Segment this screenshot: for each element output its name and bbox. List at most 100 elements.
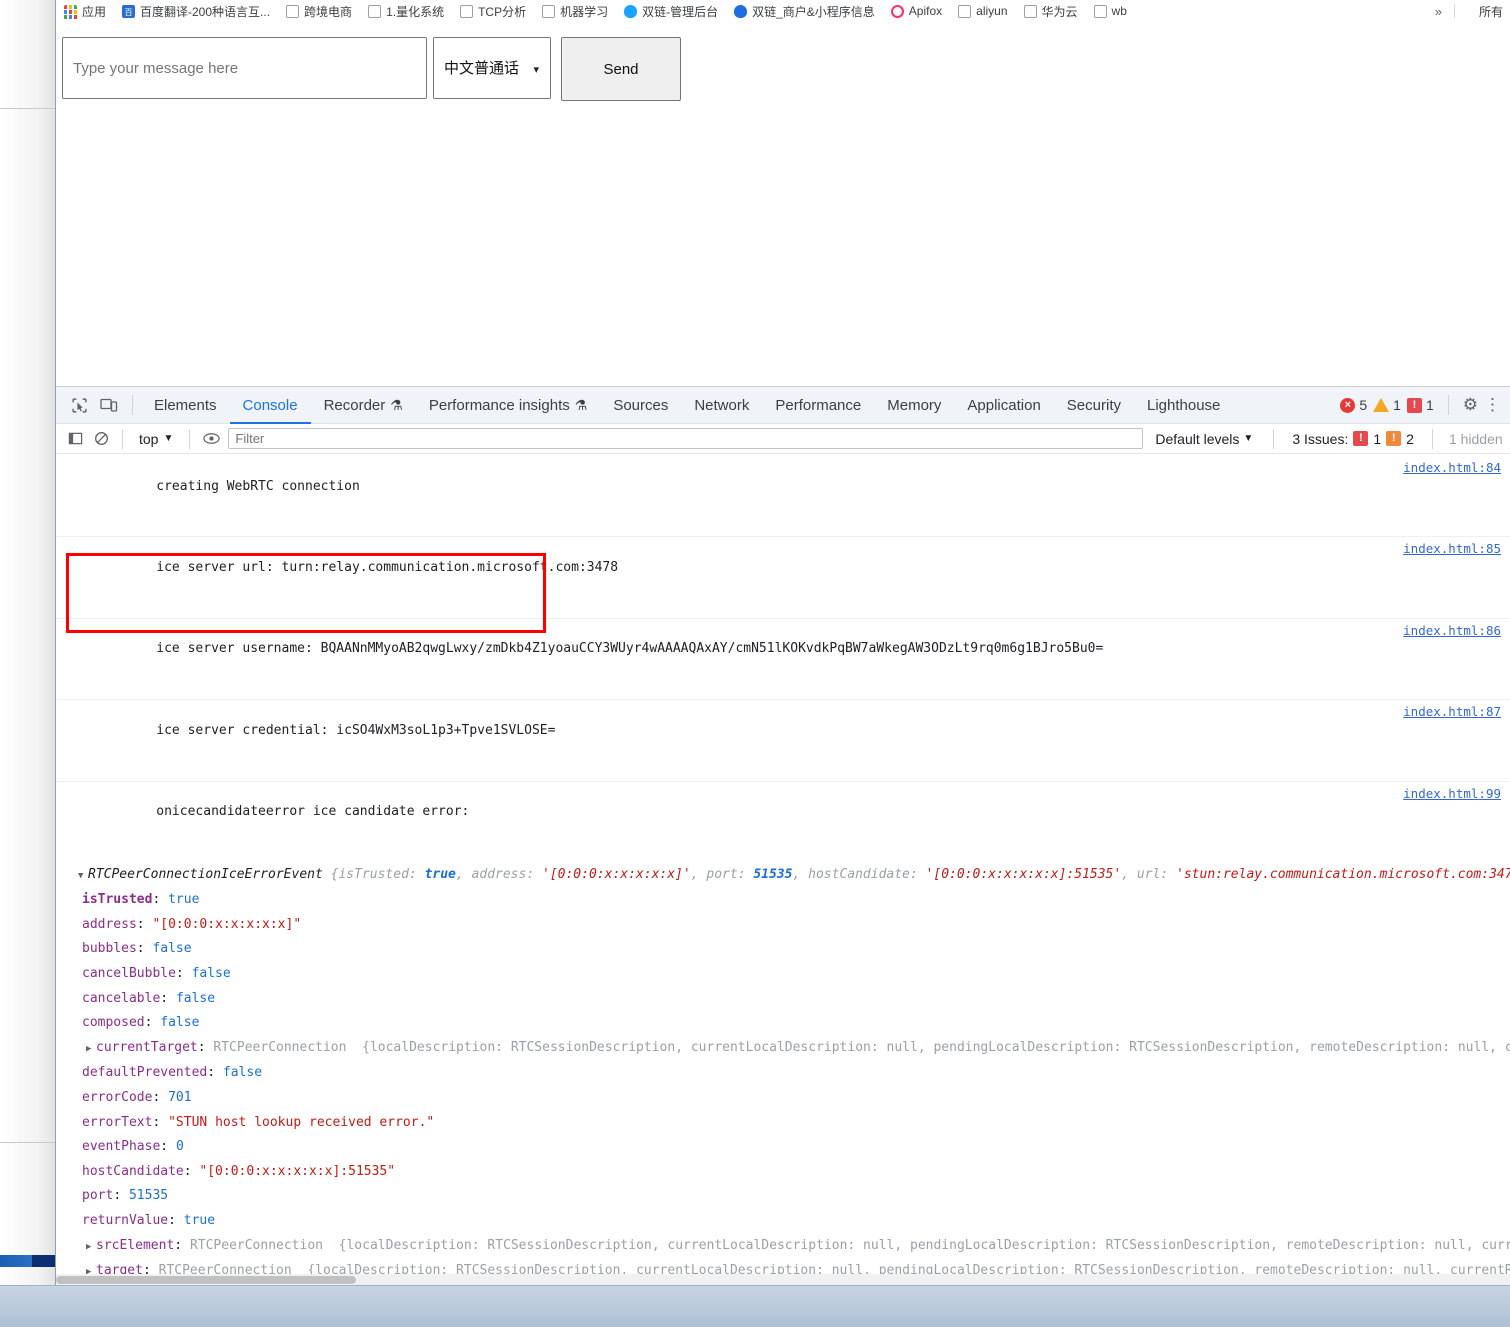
chevron-double-right-icon[interactable]: »	[1435, 4, 1442, 19]
tab-application[interactable]: Application	[954, 387, 1053, 424]
object-property-row[interactable]: returnValue: true	[56, 1209, 1510, 1234]
levels-label: Default levels	[1155, 430, 1240, 447]
console-row[interactable]: ice server username: BQAANnMMyoAB2qwgLwx…	[56, 619, 1510, 701]
tab-performance[interactable]: Performance	[762, 387, 874, 424]
console-row-group-header[interactable]: onicecandidateerror ice candidate error:…	[56, 782, 1510, 862]
source-link[interactable]: index.html:85	[1403, 540, 1501, 559]
source-link[interactable]: index.html:86	[1403, 622, 1501, 641]
tab-console[interactable]: Console	[230, 387, 311, 424]
source-link[interactable]: index.html:99	[1403, 785, 1501, 804]
object-property-row[interactable]: errorCode: 701	[56, 1086, 1510, 1111]
bookmark-aliyun[interactable]: aliyun	[958, 4, 1008, 18]
object-property-row[interactable]: address: "[0:0:0:x:x:x:x:x]"	[56, 913, 1510, 938]
tab-security[interactable]: Security	[1054, 387, 1134, 424]
tab-label: Performance	[775, 396, 862, 414]
object-property-row[interactable]: composed: false	[56, 1011, 1510, 1036]
console-filter-input[interactable]	[228, 428, 1144, 449]
bookmark-label: 跨境电商	[304, 4, 353, 19]
message-input[interactable]	[62, 37, 427, 99]
bookmark-shuanglian-merchant[interactable]: 双链_商户&小程序信息	[734, 3, 875, 20]
flask-icon: ⚗	[390, 396, 403, 413]
page-icon	[1093, 4, 1107, 18]
object-property-row[interactable]: eventPhase: 0	[56, 1135, 1510, 1160]
tab-elements[interactable]: Elements	[141, 387, 230, 424]
disclosure-triangle-closed-icon[interactable]	[86, 1238, 96, 1257]
bookmark-huaweicloud[interactable]: 华为云	[1023, 3, 1078, 20]
object-property-row[interactable]: port: 51535	[56, 1184, 1510, 1209]
tab-label: Elements	[154, 396, 217, 414]
property-value: RTCPeerConnection	[189, 1237, 323, 1253]
console-log-list[interactable]: creating WebRTC connection index.html:84…	[56, 456, 1510, 1286]
bookmark-apifox[interactable]: Apifox	[890, 4, 942, 18]
object-property-row[interactable]: cancelable: false	[56, 987, 1510, 1012]
hidden-messages-label[interactable]: 1 hidden	[1441, 431, 1503, 447]
log-text: ice server url: turn:relay.communication…	[156, 559, 619, 575]
bookmark-shuanglian-admin[interactable]: 双链-管理后台	[624, 3, 718, 20]
object-property-row[interactable]: currentTarget: RTCPeerConnection {localD…	[56, 1036, 1510, 1062]
log-levels-dropdown[interactable]: Default levels ▼	[1143, 431, 1265, 447]
property-value: 51535	[128, 1188, 169, 1204]
object-property-row[interactable]: bubbles: false	[56, 937, 1510, 962]
error-count-badge[interactable]: × 5	[1340, 397, 1367, 413]
tab-label: Application	[967, 396, 1041, 414]
object-property-row[interactable]: isTrusted: true	[56, 888, 1510, 913]
console-row[interactable]: creating WebRTC connection index.html:84	[56, 456, 1510, 538]
send-button[interactable]: Send	[561, 37, 681, 101]
property-key: composed	[82, 1015, 145, 1031]
live-expressions-eye-icon[interactable]	[198, 427, 224, 451]
property-key: bubbles	[82, 941, 137, 957]
object-property-row[interactable]: hostCandidate: "[0:0:0:x:x:x:x:x]:51535"	[56, 1160, 1510, 1185]
bookmark-machine-learning[interactable]: 机器学习	[542, 3, 608, 20]
disclosure-triangle-closed-icon[interactable]	[86, 1040, 96, 1059]
more-options-icon[interactable]: ⋮	[1484, 395, 1501, 415]
warning-count-badge[interactable]: 1	[1373, 397, 1401, 413]
inspect-element-icon[interactable]	[64, 392, 94, 418]
language-select-wrapper[interactable]: 中文普通话 ▾	[427, 37, 551, 99]
bookmark-tcp-analysis[interactable]: TCP分析	[460, 3, 526, 20]
bookmark-apps[interactable]: 应用	[64, 3, 106, 20]
property-key: eventPhase	[82, 1139, 161, 1155]
gear-icon[interactable]: ⚙	[1463, 395, 1478, 415]
bookmarks-bar[interactable]: 应用 百 百度翻译-200种语言互... 跨境电商 1.量化系统 TCP分析 机…	[56, 0, 1510, 22]
bookmark-quant-system[interactable]: 1.量化系统	[368, 3, 444, 20]
bookmark-cross-border-ecommerce[interactable]: 跨境电商	[286, 3, 352, 20]
console-object-summary[interactable]: RTCPeerConnectionIceErrorEvent {isTruste…	[56, 862, 1510, 888]
issue-count-badge[interactable]: ! 1	[1406, 397, 1434, 413]
device-toolbar-icon[interactable]	[94, 392, 124, 418]
console-row[interactable]: ice server url: turn:relay.communication…	[56, 537, 1510, 619]
divider	[1447, 395, 1449, 415]
apps-grid-icon	[64, 4, 77, 19]
object-property-row[interactable]: cancelBubble: false	[56, 962, 1510, 987]
bookmark-baidu-translate[interactable]: 百 百度翻译-200种语言互...	[122, 3, 270, 20]
os-taskbar[interactable]	[0, 1285, 1510, 1327]
source-link[interactable]: index.html:87	[1403, 703, 1501, 722]
object-property-row[interactable]: errorText: "STUN host lookup received er…	[56, 1111, 1510, 1136]
taskbar-accent-right	[32, 1255, 56, 1267]
page-icon	[368, 4, 382, 18]
bookmark-label: 1.量化系统	[386, 4, 445, 19]
issues-warn-count: 2	[1406, 430, 1414, 447]
tab-memory[interactable]: Memory	[874, 387, 954, 424]
tab-lighthouse[interactable]: Lighthouse	[1134, 387, 1233, 424]
bookmarks-overflow[interactable]: » 所有	[1435, 3, 1510, 20]
object-property-row[interactable]: srcElement: RTCPeerConnection {localDesc…	[56, 1234, 1510, 1260]
issues-summary[interactable]: 3 Issues: ! 1 ! 2	[1282, 431, 1424, 447]
shield-icon	[624, 4, 638, 18]
source-link[interactable]: index.html:84	[1403, 459, 1501, 478]
execution-context-selector[interactable]: top ▼	[131, 431, 181, 447]
tab-recorder[interactable]: Recorder ⚗	[311, 387, 416, 424]
language-select[interactable]: 中文普通话	[433, 37, 551, 99]
object-class-name: RTCPeerConnectionIceErrorEvent	[88, 866, 323, 882]
object-property-row[interactable]: defaultPrevented: false	[56, 1061, 1510, 1086]
tab-performance-insights[interactable]: Performance insights ⚗	[416, 387, 600, 424]
bookmark-wb[interactable]: wb	[1093, 4, 1127, 18]
console-row[interactable]: ice server credential: icSO4WxM3soL1p3+T…	[56, 700, 1510, 782]
property-value: 0	[175, 1139, 184, 1155]
console-sidebar-toggle-icon[interactable]	[62, 427, 88, 451]
divider	[1431, 428, 1433, 449]
clear-console-icon[interactable]	[88, 427, 114, 451]
scrollbar-thumb[interactable]	[56, 1276, 356, 1284]
tab-network[interactable]: Network	[681, 387, 762, 424]
tab-sources[interactable]: Sources	[600, 387, 681, 424]
disclosure-triangle-open-icon[interactable]	[78, 867, 88, 886]
